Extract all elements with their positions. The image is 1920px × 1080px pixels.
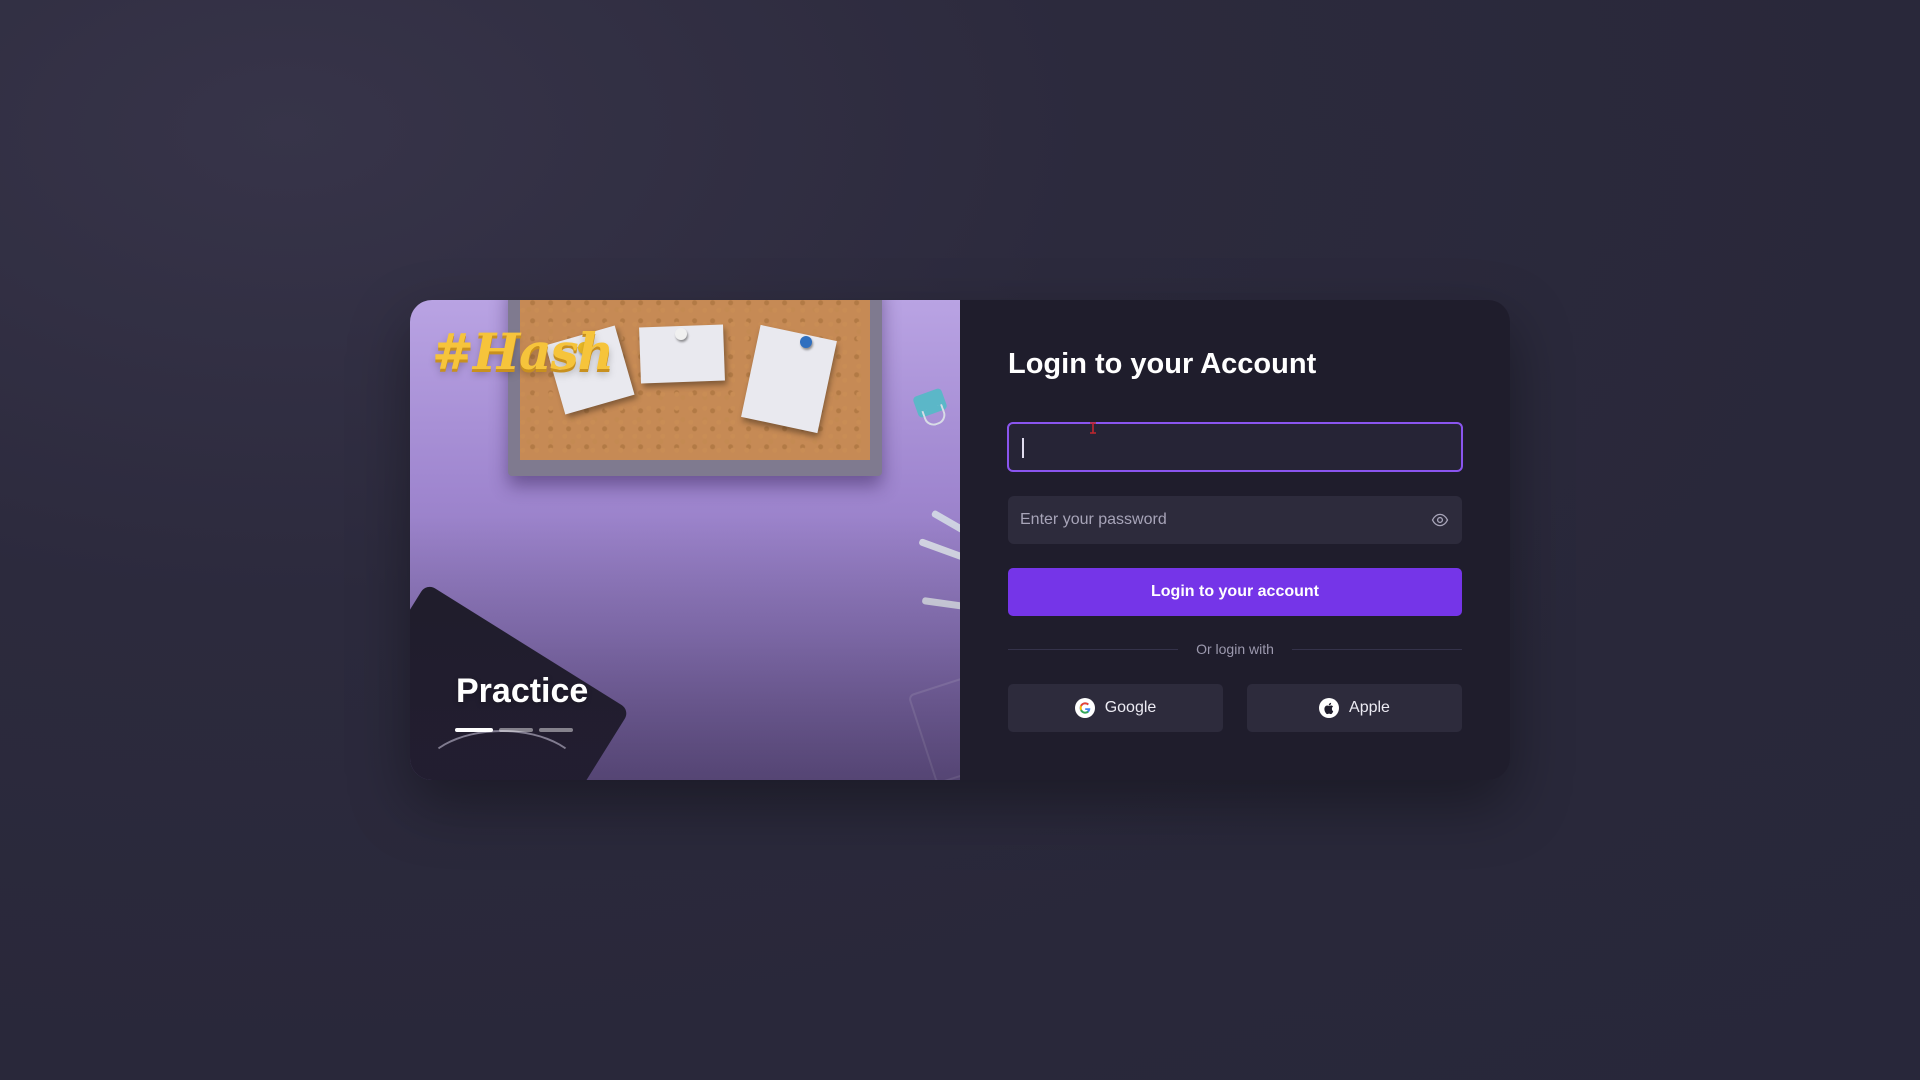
slide-dot-2[interactable] (499, 728, 533, 732)
or-divider: Or login with (1008, 640, 1462, 658)
slide-title: Practice (456, 672, 589, 710)
brand-logo: #Hash (432, 322, 614, 381)
text-cursor-icon (1090, 422, 1096, 434)
slide-indicator (455, 728, 573, 732)
login-button[interactable]: Login to your account (1008, 568, 1462, 616)
eye-icon[interactable] (1430, 510, 1450, 530)
text-caret (1022, 438, 1024, 458)
apple-icon (1319, 698, 1340, 718)
hero-image: #Hash Practice (410, 300, 960, 780)
slide-dot-1[interactable] (455, 728, 493, 732)
google-label: Google (1104, 699, 1157, 716)
page-title: Login to your Account (1008, 348, 1317, 380)
login-panel: Login to your Account Login to your acco… (960, 300, 1510, 780)
email-field-wrapper (1007, 422, 1463, 472)
google-icon (1074, 698, 1095, 718)
slide-dot-3[interactable] (539, 728, 573, 732)
password-input[interactable] (1008, 496, 1430, 544)
login-card: #Hash Practice Login to your Account Log… (410, 300, 1510, 780)
google-login-button[interactable]: Google (1008, 684, 1223, 732)
divider-text: Or login with (1196, 641, 1274, 657)
apple-login-button[interactable]: Apple (1247, 684, 1462, 732)
password-field-wrapper (1008, 496, 1462, 544)
apple-label: Apple (1349, 699, 1390, 716)
email-input[interactable] (1009, 424, 1461, 470)
